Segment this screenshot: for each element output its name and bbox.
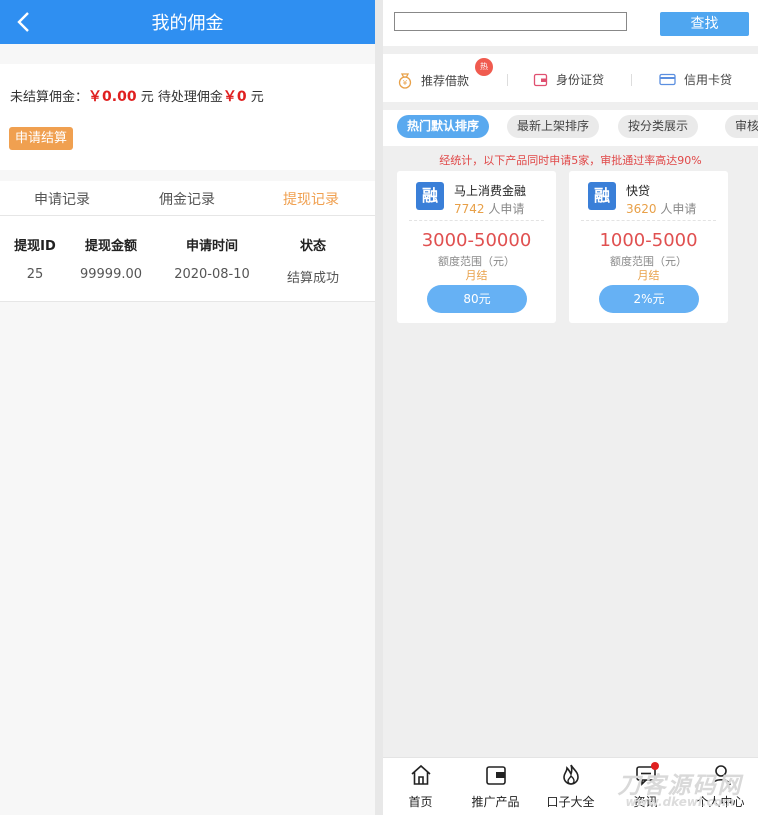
svg-text:¥: ¥ bbox=[403, 79, 408, 87]
money-bag-icon: ¥ bbox=[398, 73, 412, 89]
product-logo: 融 bbox=[588, 182, 616, 210]
fire-icon bbox=[562, 764, 579, 785]
search-button[interactable]: 查找 bbox=[660, 12, 749, 36]
home-panel: 查找 ¥ 推荐借款 身份证贷 信用卡贷 热 热门默认排序 最新上架排序 按分类展… bbox=[383, 0, 758, 815]
card-divider bbox=[581, 220, 716, 221]
unit-label: 元 bbox=[250, 90, 264, 105]
product-range: 1000-5000 bbox=[599, 230, 698, 251]
card-divider bbox=[409, 220, 544, 221]
nav-loan-directory[interactable]: 口子大全 bbox=[533, 763, 608, 810]
product-apply-button[interactable]: 2%元 bbox=[599, 285, 699, 313]
quick-link-id-loan[interactable]: 身份证贷 bbox=[533, 71, 604, 88]
sort-tab-review[interactable]: 审核 bbox=[725, 115, 758, 138]
product-card[interactable]: 融 马上消费金融 7742 人申请 3000-50000 额度范围（元） 月结 … bbox=[397, 171, 556, 323]
product-term: 月结 bbox=[637, 269, 660, 282]
quick-links: ¥ 推荐借款 身份证贷 信用卡贷 bbox=[383, 54, 758, 102]
panel-divider bbox=[375, 0, 383, 815]
withdraw-table: 提现ID 提现金额 申请时间 状态 25 99999.00 2020-08-10… bbox=[0, 216, 375, 302]
nav-home[interactable]: 首页 bbox=[383, 763, 458, 810]
notice-text: 经统计，以下产品同时申请5家，审批通过率高达90% bbox=[439, 154, 702, 167]
product-card[interactable]: 融 快贷 3620 人申请 1000-5000 额度范围（元） 月结 2%元 bbox=[569, 171, 728, 323]
column-header: 申请时间 bbox=[185, 239, 238, 254]
watermark-url: www.dkewl.com bbox=[625, 795, 735, 809]
quick-link-label: 信用卡贷 bbox=[684, 73, 733, 87]
wallet-icon bbox=[533, 73, 548, 87]
record-tabs: 申请记录 佣金记录 提现记录 bbox=[0, 181, 375, 216]
unsettled-value: ￥0.00 bbox=[88, 89, 137, 105]
hot-badge: 热 bbox=[475, 58, 493, 76]
cell-status: 结算成功 bbox=[286, 271, 339, 286]
sort-tab-hot[interactable]: 热门默认排序 bbox=[397, 115, 490, 138]
page-title: 我的佣金 bbox=[151, 13, 224, 34]
sort-tab-newest[interactable]: 最新上架排序 bbox=[507, 115, 600, 138]
product-name: 快贷 bbox=[626, 184, 651, 198]
credit-card-icon bbox=[659, 73, 676, 86]
tab-withdraw-records[interactable]: 提现记录 bbox=[283, 189, 339, 209]
commission-panel: 我的佣金 未结算佣金：￥0.00 元 待处理佣金￥0 元 申请结算 申请记录 佣… bbox=[0, 0, 375, 815]
cell-amount: 99999.00 bbox=[79, 267, 143, 282]
product-range: 3000-50000 bbox=[421, 230, 532, 251]
product-apply-button[interactable]: 80元 bbox=[427, 285, 527, 313]
sort-tabs: 热门默认排序 最新上架排序 按分类展示 审核 bbox=[383, 110, 758, 146]
column-header: 提现ID bbox=[14, 239, 56, 254]
product-term: 月结 bbox=[465, 269, 488, 282]
column-header: 状态 bbox=[299, 239, 326, 254]
sort-tab-category[interactable]: 按分类展示 bbox=[618, 115, 699, 138]
cell-date: 2020-08-10 bbox=[174, 267, 250, 282]
unsettled-label: 未结算佣金： bbox=[10, 90, 89, 105]
commission-summary: 未结算佣金：￥0.00 元 待处理佣金￥0 元 申请结算 bbox=[0, 64, 375, 170]
wallet-icon bbox=[485, 766, 506, 785]
apply-settlement-button[interactable]: 申请结算 bbox=[9, 127, 74, 150]
quick-link-recommend-loan[interactable]: ¥ 推荐借款 bbox=[397, 71, 469, 89]
unit-label: 元 bbox=[140, 90, 154, 105]
back-button[interactable] bbox=[14, 10, 34, 34]
applicant-suffix: 人申请 bbox=[488, 202, 525, 216]
header-bar: 我的佣金 bbox=[0, 0, 375, 44]
separator bbox=[507, 74, 508, 86]
nav-label: 首页 bbox=[408, 795, 433, 809]
home-icon bbox=[410, 764, 431, 785]
quick-link-label: 推荐借款 bbox=[421, 73, 470, 88]
tab-commission-records[interactable]: 佣金记录 bbox=[159, 189, 215, 209]
search-bar: 查找 bbox=[383, 0, 758, 46]
separator bbox=[631, 74, 632, 86]
product-applicants: 7742 人申请 bbox=[454, 200, 524, 217]
pending-label: 待处理佣金 bbox=[157, 90, 223, 105]
chevron-left-icon bbox=[17, 12, 29, 32]
watermark: 刀客源码网 www.dkewl.com bbox=[605, 766, 755, 809]
pending-value: ￥0 bbox=[222, 89, 247, 105]
screen: 我的佣金 未结算佣金：￥0.00 元 待处理佣金￥0 元 申请结算 申请记录 佣… bbox=[0, 0, 758, 815]
quick-link-label: 身份证贷 bbox=[556, 73, 605, 87]
search-input[interactable] bbox=[394, 12, 627, 31]
nav-label: 口子大全 bbox=[546, 795, 595, 809]
nav-promote-products[interactable]: 推广产品 bbox=[458, 763, 533, 810]
summary-line: 未结算佣金：￥0.00 元 待处理佣金￥0 元 bbox=[10, 86, 264, 106]
product-name: 马上消费金融 bbox=[454, 184, 527, 198]
applicant-suffix: 人申请 bbox=[660, 202, 697, 216]
nav-label: 推广产品 bbox=[471, 795, 520, 809]
applicant-count: 3620 bbox=[626, 202, 657, 216]
column-header: 提现金额 bbox=[84, 239, 137, 254]
quick-link-credit-card-loan[interactable]: 信用卡贷 bbox=[659, 71, 732, 88]
applicant-count: 7742 bbox=[454, 202, 485, 216]
tab-apply-records[interactable]: 申请记录 bbox=[34, 189, 90, 209]
product-applicants: 3620 人申请 bbox=[626, 200, 696, 217]
product-logo: 融 bbox=[416, 182, 444, 210]
